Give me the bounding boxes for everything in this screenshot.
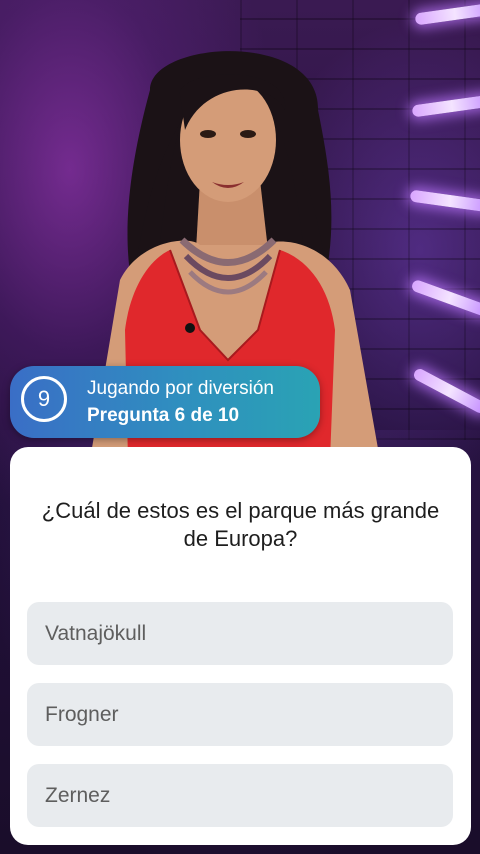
answer-option-3[interactable]: Zernez (27, 764, 453, 827)
answer-label: Vatnajökull (45, 621, 147, 645)
answer-label: Zernez (45, 783, 111, 807)
game-status-pill: 9 Jugando por diversión Pregunta 6 de 10 (10, 366, 320, 438)
countdown-timer: 9 (21, 376, 67, 422)
answer-option-2[interactable]: Frogner (27, 683, 453, 746)
question-text: ¿Cuál de estos es el parque más grande d… (41, 498, 440, 551)
answer-option-1[interactable]: Vatnajökull (27, 602, 453, 665)
question-progress-label: Pregunta 6 de 10 (87, 405, 240, 426)
question-card: ¿Cuál de estos es el parque más grande d… (10, 447, 471, 845)
answer-label: Frogner (45, 702, 119, 726)
game-mode-label: Jugando por diversión (87, 378, 274, 399)
timer-value: 9 (37, 386, 51, 411)
quiz-screen: 9 Jugando por diversión Pregunta 6 de 10… (0, 0, 480, 854)
